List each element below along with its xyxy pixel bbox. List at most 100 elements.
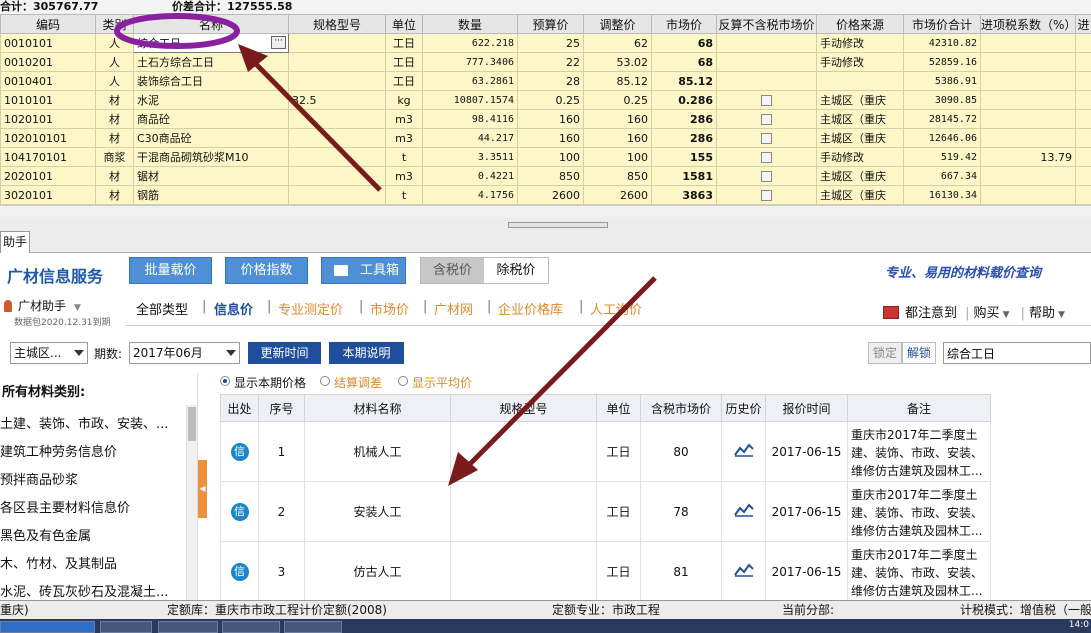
grid-cell-qty[interactable]: 44.217 — [422, 128, 518, 148]
results-column-header[interactable]: 报价时间 — [765, 394, 848, 422]
grid-cell-budget[interactable]: 160 — [517, 128, 584, 148]
grid-column-header[interactable]: 市场价合计 — [903, 14, 981, 34]
grid-cell-total[interactable]: 519.42 — [903, 147, 981, 167]
buy-menu[interactable]: 购买 — [974, 306, 1000, 321]
grid-cell-check[interactable] — [716, 185, 817, 205]
grid-cell-source[interactable]: 手动修改 — [816, 52, 904, 72]
grid-cell-budget[interactable]: 100 — [517, 147, 584, 167]
history-chart-icon[interactable] — [733, 563, 754, 577]
grid-cell-code[interactable]: 2020101 — [0, 166, 96, 186]
table-row[interactable]: 2020101 材锯材 m3 0.4221 850 850 1581 主城区（重庆 667.34 — [0, 166, 1091, 186]
grid-cell-spec[interactable] — [288, 33, 386, 53]
category-item[interactable]: 黑色及有色金属 — [0, 525, 91, 544]
checkbox[interactable] — [761, 171, 772, 182]
grid-cell-name[interactable]: 商品砼 — [133, 109, 289, 129]
grid-cell-budget[interactable]: 0.25 — [517, 90, 584, 110]
grid-cell-unit[interactable]: 工日 — [385, 71, 423, 91]
results-column-header[interactable]: 序号 — [258, 394, 305, 422]
grid-cell-name[interactable]: 土石方综合工日 — [133, 52, 289, 72]
grid-cell-total[interactable]: 52859.16 — [903, 52, 981, 72]
grid-cell-source[interactable]: 主城区（重庆 — [816, 90, 904, 110]
grid-cell-check[interactable] — [716, 147, 817, 167]
sidebar-scrollbar[interactable] — [186, 405, 197, 600]
grid-cell-adjust[interactable]: 62 — [583, 33, 652, 53]
grid-cell-unit[interactable]: 工日 — [385, 33, 423, 53]
checkbox[interactable] — [761, 114, 772, 125]
grid-column-header[interactable]: 名称 — [133, 14, 289, 34]
grid-column-header[interactable]: 调整价 — [583, 14, 652, 34]
grid-cell-name[interactable]: 锯材 — [133, 166, 289, 186]
lock-button[interactable]: 锁定 — [868, 342, 902, 364]
grid-cell-adjust[interactable]: 100 — [583, 147, 652, 167]
grid-column-header[interactable]: 编码 — [0, 14, 96, 34]
grid-cell-tax[interactable] — [980, 33, 1076, 53]
table-row[interactable]: 1010101 材水泥 32.5 kg 10807.1574 0.25 0.25 0.286 主… — [0, 90, 1091, 110]
grid-cell-source[interactable]: 主城区（重庆 — [816, 128, 904, 148]
grid-cell-unit[interactable]: kg — [385, 90, 423, 110]
search-input[interactable] — [943, 342, 1091, 364]
grid-cell-unit[interactable]: m3 — [385, 128, 423, 148]
grid-horizontal-scrollbar[interactable] — [0, 205, 1091, 217]
help-menu[interactable]: 帮助 — [1029, 306, 1055, 321]
grid-column-header[interactable]: 类别 — [95, 14, 134, 34]
grid-cell-type[interactable]: 材 — [95, 109, 134, 129]
grid-cell-adjust[interactable]: 160 — [583, 128, 652, 148]
info-source-icon[interactable]: 信 — [230, 502, 249, 521]
grid-cell-extra[interactable] — [1075, 166, 1091, 186]
grid-cell-total[interactable]: 3090.85 — [903, 90, 981, 110]
scrollbar-thumb[interactable] — [188, 407, 196, 441]
radio-current-price[interactable]: 显示本期价格 — [220, 374, 306, 390]
grid-cell-tax[interactable] — [980, 71, 1076, 91]
grid-cell-tax[interactable] — [980, 90, 1076, 110]
grid-cell-market[interactable]: 68 — [651, 33, 717, 53]
toolbox-button[interactable]: 工具箱 — [321, 257, 406, 284]
info-source-icon[interactable]: 信 — [230, 562, 249, 581]
category-item[interactable]: 木、竹材、及其制品 — [0, 553, 117, 572]
table-row[interactable]: 信 1 机械人工 工日 80 2017-06-15 重庆市2017年二季度土建、装饰、市政、… — [220, 421, 991, 482]
grid-cell-qty[interactable]: 4.1756 — [422, 185, 518, 205]
category-item[interactable]: 水泥、砖瓦灰砂石及混凝土... — [0, 581, 168, 600]
nav-special-price[interactable]: 专业测定价 — [278, 299, 343, 318]
table-row[interactable]: 0010201 人土石方综合工日 工日 777.3406 22 53.02 68 手动修改 52… — [0, 52, 1091, 72]
ellipsis-button[interactable]: ··· — [271, 36, 286, 49]
grid-cell-market[interactable]: 0.286 — [651, 90, 717, 110]
panel-splitter[interactable] — [508, 222, 608, 228]
grid-cell-type[interactable]: 人 — [95, 52, 134, 72]
checkbox[interactable] — [761, 95, 772, 106]
grid-cell-code[interactable]: 1020101 — [0, 109, 96, 129]
grid-cell-check[interactable] — [716, 90, 817, 110]
grid-cell-source[interactable]: 手动修改 — [816, 33, 904, 53]
table-row[interactable]: 信 3 仿古人工 工日 81 2017-06-15 重庆市2017年二季度土建、装饰、市政、… — [220, 541, 991, 602]
grid-cell-type[interactable]: 材 — [95, 90, 134, 110]
grid-cell-adjust[interactable]: 850 — [583, 166, 652, 186]
grid-cell-tax[interactable] — [980, 52, 1076, 72]
nav-manual-inquiry[interactable]: 人工询价 — [590, 299, 642, 318]
grid-cell-market[interactable]: 155 — [651, 147, 717, 167]
grid-cell-type[interactable]: 材 — [95, 128, 134, 148]
period-description-button[interactable]: 本期说明 — [329, 342, 404, 364]
grid-cell-budget[interactable]: 22 — [517, 52, 584, 72]
grid-cell-adjust[interactable]: 53.02 — [583, 52, 652, 72]
grid-cell-qty[interactable]: 98.4116 — [422, 109, 518, 129]
grid-cell-budget[interactable]: 25 — [517, 33, 584, 53]
grid-cell-tax[interactable]: 13.79 — [980, 147, 1076, 167]
region-select[interactable]: 主城区... — [10, 342, 88, 364]
grid-column-header[interactable]: 规格型号 — [288, 14, 386, 34]
account-menu[interactable]: 广材助手 ▼ — [4, 297, 81, 314]
checkbox[interactable] — [761, 190, 772, 201]
grid-cell-total[interactable]: 28145.72 — [903, 109, 981, 129]
grid-cell-source[interactable]: 手动修改 — [816, 147, 904, 167]
nav-all-types[interactable]: 全部类型 — [136, 299, 188, 318]
grid-cell-spec[interactable] — [288, 128, 386, 148]
grid-cell-check[interactable] — [716, 71, 817, 91]
grid-cell-extra[interactable] — [1075, 33, 1091, 53]
grid-cell-code[interactable]: 1010101 — [0, 90, 96, 110]
table-row[interactable]: 102010101 材 C30商品砼 m3 44.217 160 160 286 主城区（重庆 1… — [0, 128, 1091, 148]
grid-cell-type[interactable]: 人 — [95, 33, 134, 53]
table-row[interactable]: 1020101 材商品砼 m3 98.4116 160 160 286 主城区（重庆 28145… — [0, 109, 1091, 129]
grid-cell-name[interactable]: 水泥 — [133, 90, 289, 110]
start-button[interactable] — [0, 621, 95, 633]
grid-cell-extra[interactable] — [1075, 71, 1091, 91]
grid-cell-qty[interactable]: 10807.1574 — [422, 90, 518, 110]
results-column-header[interactable]: 历史价 — [721, 394, 766, 422]
